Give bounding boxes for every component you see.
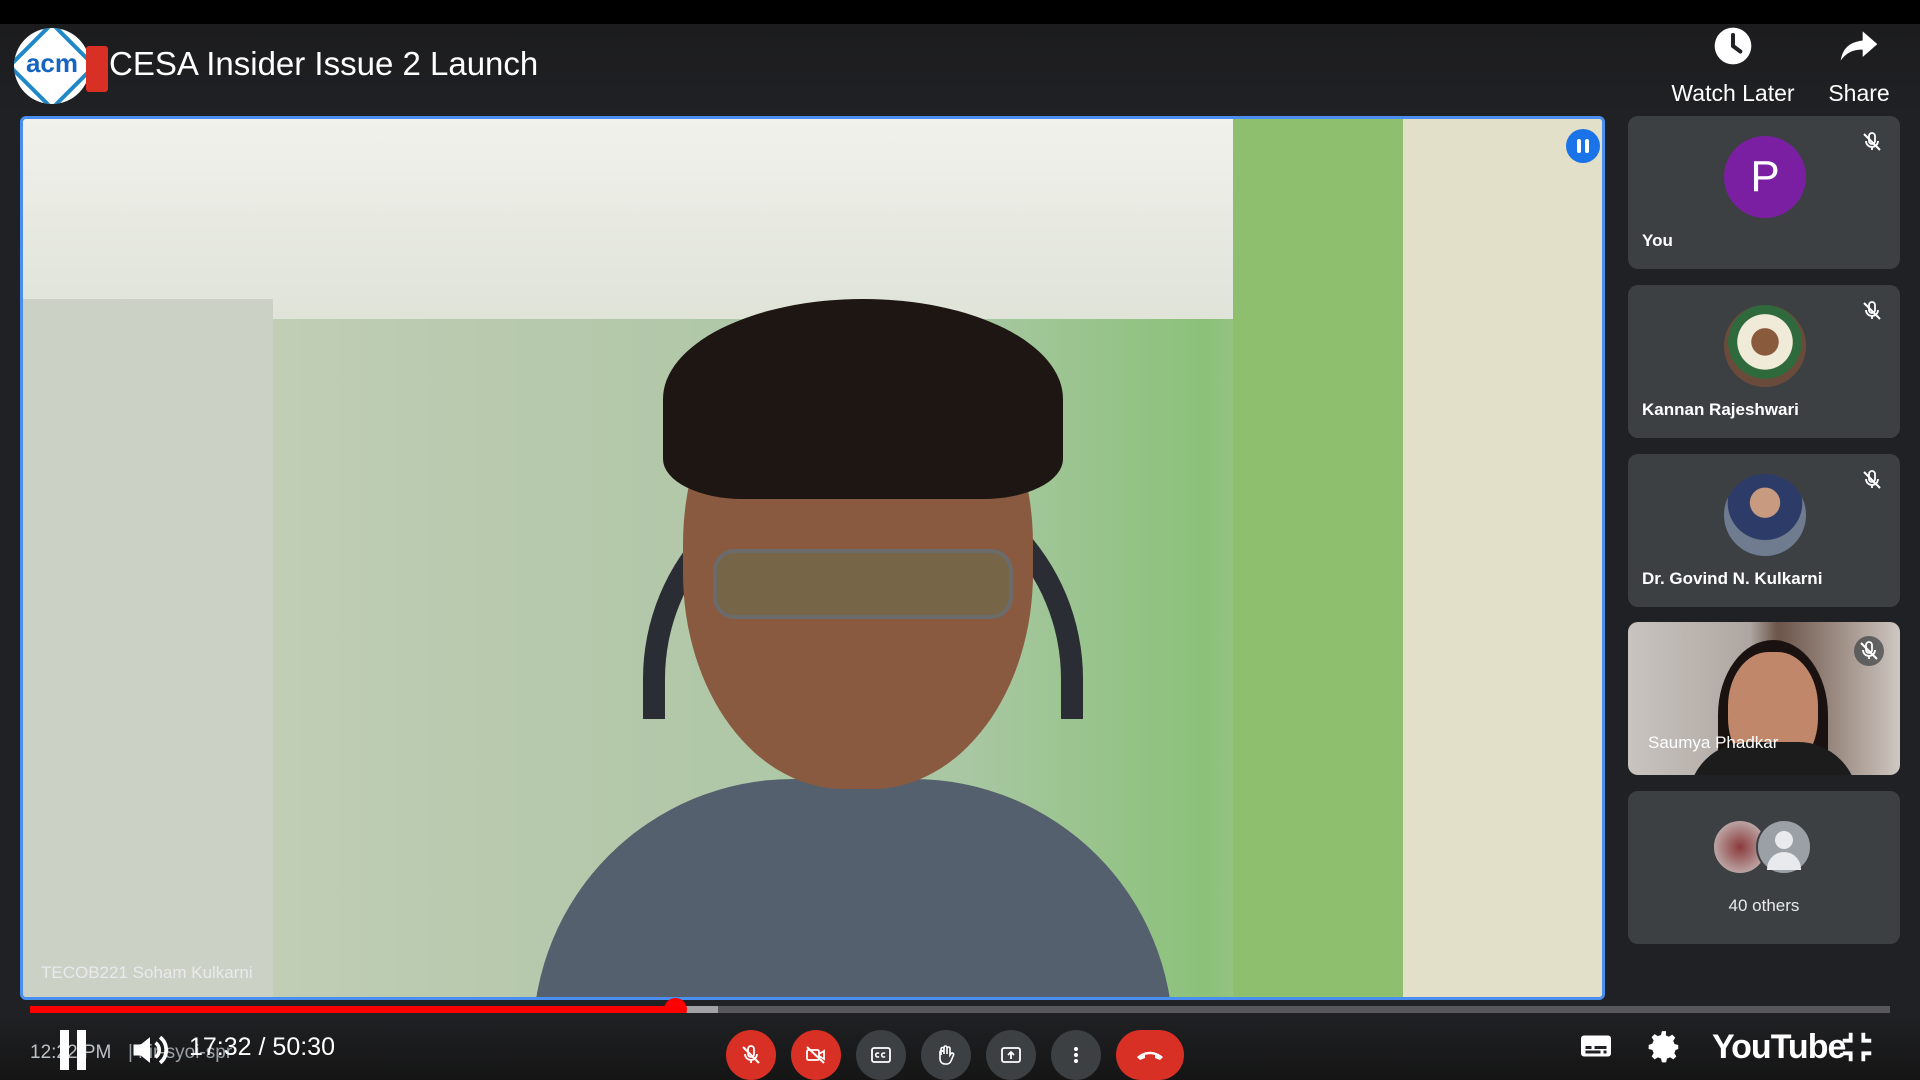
subtitles-icon[interactable]	[1578, 1028, 1614, 1064]
mic-toggle-button[interactable]	[726, 1030, 776, 1080]
mic-off-icon	[1854, 636, 1884, 666]
exit-fullscreen-icon[interactable]	[1838, 1028, 1876, 1066]
pause-button[interactable]	[58, 1030, 88, 1070]
camera-toggle-button[interactable]	[791, 1030, 841, 1080]
participant-name: Saumya Phadkar	[1648, 733, 1779, 752]
end-call-icon	[1137, 1051, 1163, 1060]
participant-tile-you[interactable]: P You	[1628, 116, 1900, 269]
share-button[interactable]: Share	[1818, 24, 1900, 107]
room-wall	[23, 299, 273, 997]
share-arrow-icon	[1840, 31, 1878, 61]
captions-icon	[871, 1047, 891, 1063]
participant-tile-kannan-rajeshwari[interactable]: Kannan Rajeshwari	[1628, 285, 1900, 438]
others-avatars	[1712, 819, 1822, 875]
mic-off-icon	[1863, 132, 1881, 151]
others-count-label: 40 others	[1728, 896, 1800, 915]
avatar: P	[1724, 136, 1806, 218]
speaker-glasses	[713, 549, 1013, 619]
seek-bar[interactable]	[30, 998, 1890, 1021]
raise-hand-icon	[939, 1045, 955, 1065]
avatar	[1724, 305, 1806, 387]
speaking-indicator-icon	[1566, 129, 1600, 163]
more-vert-icon	[1074, 1047, 1078, 1063]
current-time: 17:32	[189, 1033, 252, 1061]
video-title[interactable]: CESA Insider Issue 2 Launch	[109, 45, 538, 83]
participant-tile-saumya-phadkar[interactable]: Saumya Phadkar	[1628, 622, 1900, 775]
speaker-hair	[663, 299, 1063, 499]
participant-name: Dr. Govind N. Kulkarni	[1642, 569, 1823, 588]
others-tile[interactable]: 40 others	[1628, 791, 1900, 944]
watch-later-button[interactable]: Watch Later	[1664, 24, 1802, 107]
time-display: 17:32 / 50:30	[189, 1033, 335, 1062]
watch-later-label: Watch Later	[1671, 80, 1795, 106]
speaker-figure	[533, 259, 1173, 997]
participant-tile-govind-kulkarni[interactable]: Dr. Govind N. Kulkarni	[1628, 454, 1900, 607]
more-options-button[interactable]	[1051, 1030, 1101, 1080]
speaker-name-label: TECOB221 Soham Kulkarni	[41, 963, 253, 982]
present-icon	[1001, 1047, 1021, 1063]
share-label: Share	[1828, 80, 1890, 106]
room-cupboard	[1403, 119, 1602, 997]
channel-logo[interactable]: acm	[14, 28, 90, 104]
avatar	[1756, 819, 1812, 875]
participant-name: You	[1642, 231, 1673, 250]
duration: 50:30	[272, 1033, 335, 1061]
logo-text: acm	[25, 48, 79, 78]
captions-button[interactable]	[856, 1030, 906, 1080]
seek-bar-played	[30, 1006, 676, 1013]
main-speaker-video[interactable]: TECOB221 Soham Kulkarni	[20, 116, 1605, 1000]
end-call-button[interactable]	[1116, 1030, 1184, 1080]
logo-tag	[86, 46, 108, 92]
time-separator: /	[258, 1033, 266, 1061]
raise-hand-button[interactable]	[921, 1030, 971, 1080]
participant-name: Kannan Rajeshwari	[1642, 400, 1799, 419]
present-button[interactable]	[986, 1030, 1036, 1080]
camera-off-icon	[806, 1046, 825, 1064]
speaker-torso	[533, 779, 1173, 997]
settings-gear-icon[interactable]	[1645, 1028, 1683, 1066]
youtube-logo[interactable]: YouTube	[1712, 1028, 1846, 1067]
avatar	[1724, 474, 1806, 556]
mic-off-icon	[1863, 470, 1881, 489]
volume-icon[interactable]	[128, 1028, 172, 1072]
mic-off-icon	[1863, 301, 1881, 320]
clock-icon	[1714, 27, 1752, 65]
mic-off-icon	[742, 1045, 760, 1064]
